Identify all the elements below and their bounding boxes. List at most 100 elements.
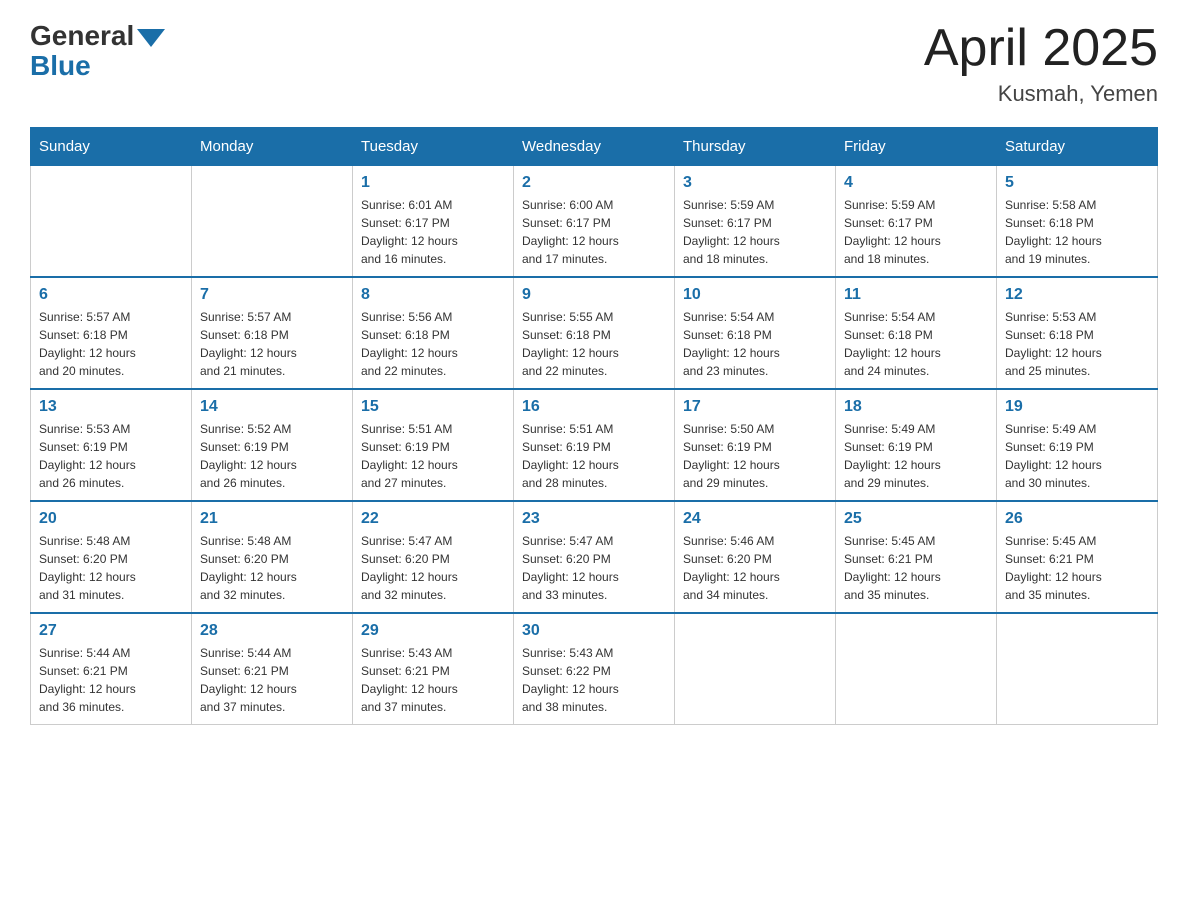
day-info: Sunrise: 5:48 AMSunset: 6:20 PMDaylight:…: [200, 532, 344, 604]
day-info: Sunrise: 5:45 AMSunset: 6:21 PMDaylight:…: [844, 532, 988, 604]
day-info: Sunrise: 5:59 AMSunset: 6:17 PMDaylight:…: [683, 196, 827, 268]
day-info: Sunrise: 5:54 AMSunset: 6:18 PMDaylight:…: [683, 308, 827, 380]
day-info: Sunrise: 5:47 AMSunset: 6:20 PMDaylight:…: [522, 532, 666, 604]
day-info: Sunrise: 5:48 AMSunset: 6:20 PMDaylight:…: [39, 532, 183, 604]
calendar-cell: 7 Sunrise: 5:57 AMSunset: 6:18 PMDaylight…: [192, 277, 353, 389]
day-info: Sunrise: 5:51 AMSunset: 6:19 PMDaylight:…: [361, 420, 505, 492]
weekday-header-monday: Monday: [192, 128, 353, 166]
calendar-cell: 2 Sunrise: 6:00 AMSunset: 6:17 PMDaylight…: [514, 166, 675, 278]
calendar-cell: 23 Sunrise: 5:47 AMSunset: 6:20 PMDayligh…: [514, 501, 675, 613]
day-number: 26: [1005, 510, 1149, 528]
logo-blue: Blue: [30, 50, 91, 82]
weekday-header-wednesday: Wednesday: [514, 128, 675, 166]
day-number: 12: [1005, 286, 1149, 304]
calendar-cell: 20 Sunrise: 5:48 AMSunset: 6:20 PMDayligh…: [31, 501, 192, 613]
title-block: April 2025 Kusmah, Yemen: [924, 20, 1158, 107]
day-info: Sunrise: 5:43 AMSunset: 6:21 PMDaylight:…: [361, 644, 505, 716]
calendar-cell: 5 Sunrise: 5:58 AMSunset: 6:18 PMDaylight…: [997, 166, 1158, 278]
day-info: Sunrise: 5:47 AMSunset: 6:20 PMDaylight:…: [361, 532, 505, 604]
day-info: Sunrise: 5:53 AMSunset: 6:19 PMDaylight:…: [39, 420, 183, 492]
day-number: 10: [683, 286, 827, 304]
weekday-header-tuesday: Tuesday: [353, 128, 514, 166]
main-title: April 2025: [924, 20, 1158, 77]
calendar-header-row: SundayMondayTuesdayWednesdayThursdayFrid…: [31, 128, 1158, 166]
day-number: 24: [683, 510, 827, 528]
day-number: 9: [522, 286, 666, 304]
logo-text: General: [30, 20, 165, 52]
calendar-cell: 1 Sunrise: 6:01 AMSunset: 6:17 PMDaylight…: [353, 166, 514, 278]
day-number: 13: [39, 398, 183, 416]
calendar-cell: 19Sunrise: 5:49 AMSunset: 6:19 PMDayligh…: [997, 389, 1158, 501]
day-info: Sunrise: 5:44 AMSunset: 6:21 PMDaylight:…: [200, 644, 344, 716]
day-info: Sunrise: 5:46 AMSunset: 6:20 PMDaylight:…: [683, 532, 827, 604]
day-info: Sunrise: 6:00 AMSunset: 6:17 PMDaylight:…: [522, 196, 666, 268]
day-number: 15: [361, 398, 505, 416]
calendar-cell: 22 Sunrise: 5:47 AMSunset: 6:20 PMDayligh…: [353, 501, 514, 613]
calendar-cell: 10 Sunrise: 5:54 AMSunset: 6:18 PMDayligh…: [675, 277, 836, 389]
day-info: Sunrise: 6:01 AMSunset: 6:17 PMDaylight:…: [361, 196, 505, 268]
day-number: 27: [39, 622, 183, 640]
day-number: 5: [1005, 174, 1149, 192]
day-info: Sunrise: 5:52 AMSunset: 6:19 PMDaylight:…: [200, 420, 344, 492]
day-number: 25: [844, 510, 988, 528]
calendar-week-row: 6 Sunrise: 5:57 AMSunset: 6:18 PMDaylight…: [31, 277, 1158, 389]
day-number: 11: [844, 286, 988, 304]
calendar-week-row: 27 Sunrise: 5:44 AMSunset: 6:21 PMDayligh…: [31, 613, 1158, 725]
day-number: 4: [844, 174, 988, 192]
calendar-cell: 21 Sunrise: 5:48 AMSunset: 6:20 PMDayligh…: [192, 501, 353, 613]
day-number: 3: [683, 174, 827, 192]
day-info: Sunrise: 5:57 AMSunset: 6:18 PMDaylight:…: [200, 308, 344, 380]
calendar-cell: 13 Sunrise: 5:53 AMSunset: 6:19 PMDayligh…: [31, 389, 192, 501]
calendar-cell: 28 Sunrise: 5:44 AMSunset: 6:21 PMDayligh…: [192, 613, 353, 725]
day-number: 17: [683, 398, 827, 416]
calendar-week-row: 13 Sunrise: 5:53 AMSunset: 6:19 PMDayligh…: [31, 389, 1158, 501]
day-info: Sunrise: 5:58 AMSunset: 6:18 PMDaylight:…: [1005, 196, 1149, 268]
day-number: 22: [361, 510, 505, 528]
day-number: 2: [522, 174, 666, 192]
logo-general: General: [30, 20, 134, 52]
calendar-cell: 16Sunrise: 5:51 AMSunset: 6:19 PMDayligh…: [514, 389, 675, 501]
day-number: 30: [522, 622, 666, 640]
day-number: 28: [200, 622, 344, 640]
day-info: Sunrise: 5:43 AMSunset: 6:22 PMDaylight:…: [522, 644, 666, 716]
day-number: 21: [200, 510, 344, 528]
day-info: Sunrise: 5:55 AMSunset: 6:18 PMDaylight:…: [522, 308, 666, 380]
day-number: 14: [200, 398, 344, 416]
calendar-cell: 11 Sunrise: 5:54 AMSunset: 6:18 PMDayligh…: [836, 277, 997, 389]
calendar-cell: [675, 613, 836, 725]
day-info: Sunrise: 5:49 AMSunset: 6:19 PMDaylight:…: [844, 420, 988, 492]
day-number: 6: [39, 286, 183, 304]
weekday-header-saturday: Saturday: [997, 128, 1158, 166]
calendar-cell: 12Sunrise: 5:53 AMSunset: 6:18 PMDayligh…: [997, 277, 1158, 389]
day-info: Sunrise: 5:45 AMSunset: 6:21 PMDaylight:…: [1005, 532, 1149, 604]
calendar-table: SundayMondayTuesdayWednesdayThursdayFrid…: [30, 127, 1158, 725]
day-number: 1: [361, 174, 505, 192]
day-number: 23: [522, 510, 666, 528]
calendar-cell: 18 Sunrise: 5:49 AMSunset: 6:19 PMDayligh…: [836, 389, 997, 501]
calendar-cell: 24 Sunrise: 5:46 AMSunset: 6:20 PMDayligh…: [675, 501, 836, 613]
day-number: 20: [39, 510, 183, 528]
day-number: 7: [200, 286, 344, 304]
day-info: Sunrise: 5:50 AMSunset: 6:19 PMDaylight:…: [683, 420, 827, 492]
calendar-cell: 25 Sunrise: 5:45 AMSunset: 6:21 PMDayligh…: [836, 501, 997, 613]
day-info: Sunrise: 5:54 AMSunset: 6:18 PMDaylight:…: [844, 308, 988, 380]
calendar-cell: 30 Sunrise: 5:43 AMSunset: 6:22 PMDayligh…: [514, 613, 675, 725]
page-header: General Blue April 2025 Kusmah, Yemen: [30, 20, 1158, 107]
day-info: Sunrise: 5:51 AMSunset: 6:19 PMDaylight:…: [522, 420, 666, 492]
day-info: Sunrise: 5:59 AMSunset: 6:17 PMDaylight:…: [844, 196, 988, 268]
calendar-cell: [997, 613, 1158, 725]
calendar-cell: 14 Sunrise: 5:52 AMSunset: 6:19 PMDayligh…: [192, 389, 353, 501]
day-info: Sunrise: 5:56 AMSunset: 6:18 PMDaylight:…: [361, 308, 505, 380]
calendar-cell: 15 Sunrise: 5:51 AMSunset: 6:19 PMDayligh…: [353, 389, 514, 501]
day-info: Sunrise: 5:57 AMSunset: 6:18 PMDaylight:…: [39, 308, 183, 380]
day-number: 8: [361, 286, 505, 304]
day-number: 29: [361, 622, 505, 640]
day-number: 18: [844, 398, 988, 416]
calendar-cell: 3 Sunrise: 5:59 AMSunset: 6:17 PMDaylight…: [675, 166, 836, 278]
weekday-header-thursday: Thursday: [675, 128, 836, 166]
calendar-cell: 6 Sunrise: 5:57 AMSunset: 6:18 PMDaylight…: [31, 277, 192, 389]
day-number: 19: [1005, 398, 1149, 416]
weekday-header-sunday: Sunday: [31, 128, 192, 166]
calendar-cell: 9 Sunrise: 5:55 AMSunset: 6:18 PMDaylight…: [514, 277, 675, 389]
calendar-cell: [836, 613, 997, 725]
